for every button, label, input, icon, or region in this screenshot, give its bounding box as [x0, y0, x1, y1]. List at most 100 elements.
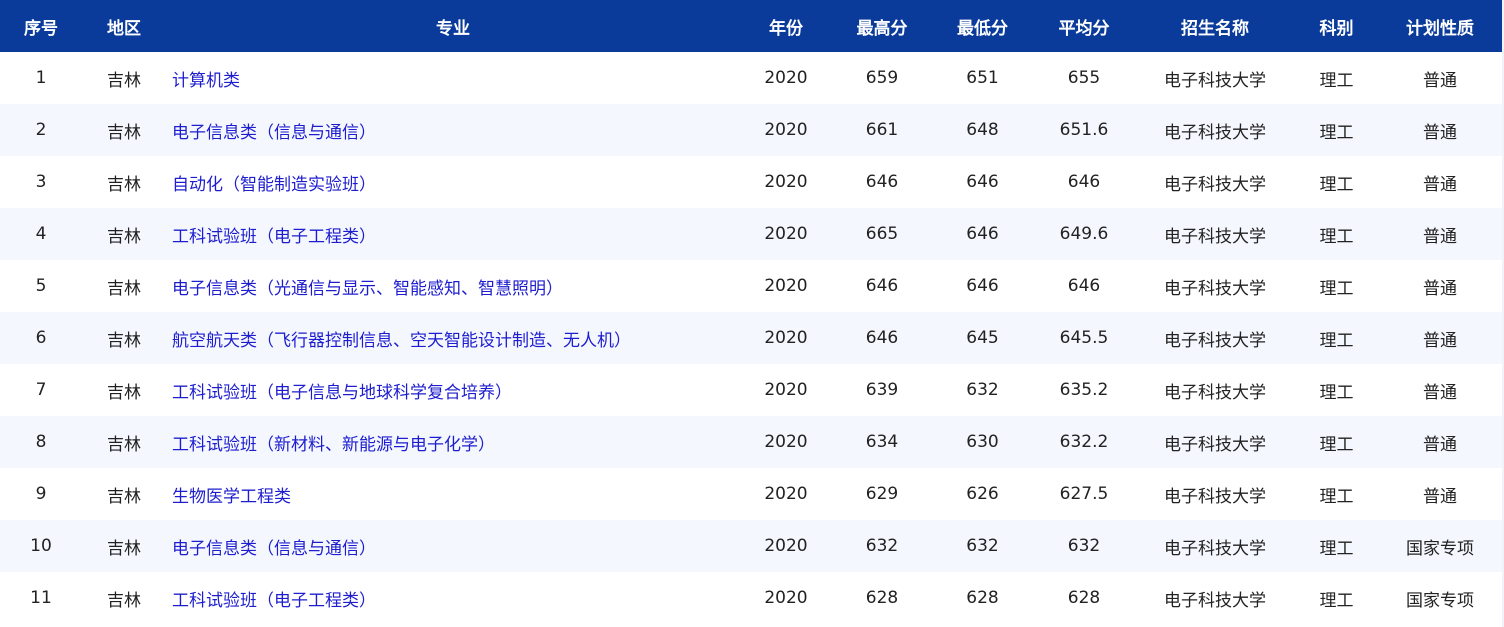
cell-year: 2020 — [740, 520, 832, 572]
cell-min-score: 648 — [932, 104, 1033, 156]
table-row: 3 吉林 自动化（智能制造实验班） 2020 646 646 646 电子科技大学 理工 普通 — [0, 156, 1502, 208]
cell-plan-type: 国家专项 — [1378, 572, 1502, 624]
cell-school-name: 电子科技大学 — [1135, 156, 1295, 208]
cell-region: 吉林 — [82, 260, 166, 312]
cell-avg-score: 627.5 — [1033, 468, 1135, 520]
cell-major-link[interactable]: 工科试验班（电子信息与地球科学复合培养） — [166, 364, 740, 416]
table-row: 4 吉林 工科试验班（电子工程类） 2020 665 646 649.6 电子科技大学 理工 普通 — [0, 208, 1502, 260]
cell-avg-score: 635.2 — [1033, 364, 1135, 416]
cell-avg-score: 628 — [1033, 572, 1135, 624]
cell-subject: 理工 — [1295, 468, 1378, 520]
table-row: 8 吉林 工科试验班（新材料、新能源与电子化学） 2020 634 630 632.2 电子科… — [0, 416, 1502, 468]
cell-region: 吉林 — [82, 364, 166, 416]
cell-max-score: 659 — [832, 52, 932, 104]
score-table-container: 序号 地区 专业 年份 最高分 最低分 平均分 招生名称 科别 计划性质 1 吉林 计算机类 2020 6… — [0, 0, 1504, 627]
table-row: 6 吉林 航空航天类（飞行器控制信息、空天智能设计制造、无人机） 2020 646 645… — [0, 312, 1502, 364]
cell-year: 2020 — [740, 260, 832, 312]
cell-school-name: 电子科技大学 — [1135, 104, 1295, 156]
cell-region: 吉林 — [82, 520, 166, 572]
cell-major-link[interactable]: 自动化（智能制造实验班） — [166, 156, 740, 208]
header-min-score: 最低分 — [932, 0, 1033, 52]
cell-plan-type: 普通 — [1378, 312, 1502, 364]
cell-subject: 理工 — [1295, 208, 1378, 260]
cell-min-score: 630 — [932, 416, 1033, 468]
table-row: 7 吉林 工科试验班（电子信息与地球科学复合培养） 2020 639 632 635.2 电子… — [0, 364, 1502, 416]
cell-plan-type: 普通 — [1378, 104, 1502, 156]
table-body: 1 吉林 计算机类 2020 659 651 655 电子科技大学 理工 普通 2 吉林 电子信息类（信… — [0, 52, 1502, 624]
cell-school-name: 电子科技大学 — [1135, 364, 1295, 416]
cell-major-link[interactable]: 工科试验班（新材料、新能源与电子化学） — [166, 416, 740, 468]
header-index: 序号 — [0, 0, 82, 52]
cell-major-link[interactable]: 电子信息类（信息与通信） — [166, 520, 740, 572]
cell-index: 1 — [0, 52, 82, 104]
cell-major-link[interactable]: 工科试验班（电子工程类） — [166, 208, 740, 260]
header-year: 年份 — [740, 0, 832, 52]
admission-score-table: 序号 地区 专业 年份 最高分 最低分 平均分 招生名称 科别 计划性质 1 吉林 计算机类 2020 6… — [0, 0, 1502, 624]
cell-max-score: 639 — [832, 364, 932, 416]
cell-max-score: 646 — [832, 260, 932, 312]
cell-avg-score: 646 — [1033, 260, 1135, 312]
table-row: 5 吉林 电子信息类（光通信与显示、智能感知、智慧照明） 2020 646 646 646 电… — [0, 260, 1502, 312]
cell-major-link[interactable]: 工科试验班（电子工程类） — [166, 572, 740, 624]
cell-year: 2020 — [740, 104, 832, 156]
cell-year: 2020 — [740, 312, 832, 364]
cell-school-name: 电子科技大学 — [1135, 572, 1295, 624]
cell-avg-score: 651.6 — [1033, 104, 1135, 156]
cell-min-score: 646 — [932, 156, 1033, 208]
cell-index: 3 — [0, 156, 82, 208]
cell-subject: 理工 — [1295, 416, 1378, 468]
cell-year: 2020 — [740, 572, 832, 624]
cell-min-score: 632 — [932, 364, 1033, 416]
cell-plan-type: 国家专项 — [1378, 520, 1502, 572]
cell-avg-score: 632.2 — [1033, 416, 1135, 468]
cell-major-link[interactable]: 电子信息类（信息与通信） — [166, 104, 740, 156]
cell-year: 2020 — [740, 156, 832, 208]
cell-region: 吉林 — [82, 208, 166, 260]
cell-region: 吉林 — [82, 52, 166, 104]
cell-plan-type: 普通 — [1378, 208, 1502, 260]
cell-year: 2020 — [740, 416, 832, 468]
cell-school-name: 电子科技大学 — [1135, 52, 1295, 104]
cell-max-score: 632 — [832, 520, 932, 572]
cell-major-link[interactable]: 计算机类 — [166, 52, 740, 104]
cell-plan-type: 普通 — [1378, 52, 1502, 104]
cell-year: 2020 — [740, 52, 832, 104]
cell-avg-score: 655 — [1033, 52, 1135, 104]
cell-index: 10 — [0, 520, 82, 572]
cell-plan-type: 普通 — [1378, 468, 1502, 520]
cell-subject: 理工 — [1295, 572, 1378, 624]
cell-index: 2 — [0, 104, 82, 156]
header-max-score: 最高分 — [832, 0, 932, 52]
cell-school-name: 电子科技大学 — [1135, 208, 1295, 260]
cell-min-score: 632 — [932, 520, 1033, 572]
cell-subject: 理工 — [1295, 104, 1378, 156]
cell-min-score: 651 — [932, 52, 1033, 104]
cell-max-score: 634 — [832, 416, 932, 468]
header-row: 序号 地区 专业 年份 最高分 最低分 平均分 招生名称 科别 计划性质 — [0, 0, 1502, 52]
cell-school-name: 电子科技大学 — [1135, 416, 1295, 468]
cell-index: 4 — [0, 208, 82, 260]
header-major: 专业 — [166, 0, 740, 52]
cell-max-score: 629 — [832, 468, 932, 520]
cell-index: 6 — [0, 312, 82, 364]
header-subject: 科别 — [1295, 0, 1378, 52]
header-plan-type: 计划性质 — [1378, 0, 1502, 52]
cell-region: 吉林 — [82, 156, 166, 208]
cell-avg-score: 646 — [1033, 156, 1135, 208]
header-school-name: 招生名称 — [1135, 0, 1295, 52]
cell-index: 9 — [0, 468, 82, 520]
table-row: 1 吉林 计算机类 2020 659 651 655 电子科技大学 理工 普通 — [0, 52, 1502, 104]
cell-major-link[interactable]: 生物医学工程类 — [166, 468, 740, 520]
table-row: 9 吉林 生物医学工程类 2020 629 626 627.5 电子科技大学 理工 普通 — [0, 468, 1502, 520]
cell-max-score: 665 — [832, 208, 932, 260]
cell-index: 7 — [0, 364, 82, 416]
cell-major-link[interactable]: 电子信息类（光通信与显示、智能感知、智慧照明） — [166, 260, 740, 312]
cell-min-score: 646 — [932, 260, 1033, 312]
header-region: 地区 — [82, 0, 166, 52]
cell-avg-score: 645.5 — [1033, 312, 1135, 364]
cell-year: 2020 — [740, 208, 832, 260]
cell-school-name: 电子科技大学 — [1135, 312, 1295, 364]
cell-major-link[interactable]: 航空航天类（飞行器控制信息、空天智能设计制造、无人机） — [166, 312, 740, 364]
cell-avg-score: 649.6 — [1033, 208, 1135, 260]
cell-index: 8 — [0, 416, 82, 468]
